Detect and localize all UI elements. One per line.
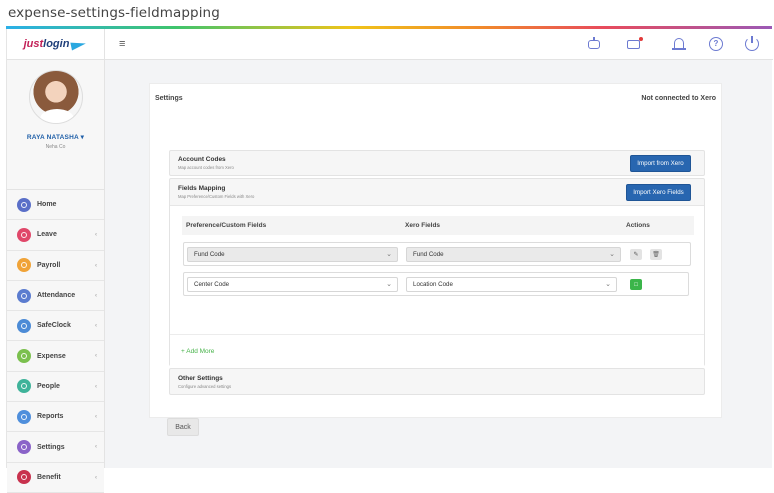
header-preference-fields: Preference/Custom Fields	[186, 222, 267, 229]
sidebar-nav: Home Leave ‹ Payroll ‹ Attendance ‹ SafeClock ‹ E…	[7, 190, 104, 493]
sidebar-item-settings[interactable]: Settings ‹	[7, 432, 104, 463]
page-label: expense-settings-fieldmapping	[8, 5, 220, 21]
preference-field-select[interactable]: Fund Code ⌄	[187, 247, 398, 262]
connection-status: Not connected to Xero	[641, 95, 716, 102]
sidebar-item-label: Home	[37, 201, 57, 209]
add-more-link[interactable]: + Add More	[181, 348, 214, 355]
delete-icon[interactable]: 🗑	[650, 249, 662, 260]
back-button[interactable]: Back	[167, 418, 199, 436]
logo-text-part2: login	[43, 38, 70, 50]
sidebar-item-leave[interactable]: Leave ‹	[7, 220, 104, 251]
sidebar-item-safeclock[interactable]: SafeClock ‹	[7, 311, 104, 342]
other-settings-subtitle: Configure advanced settings	[178, 384, 232, 389]
expense-icon	[17, 349, 31, 364]
home-icon	[17, 197, 31, 212]
sidebar-item-payroll[interactable]: Payroll ‹	[7, 250, 104, 281]
sidebar-item-label: Attendance	[37, 292, 76, 300]
sidebar-item-home[interactable]: Home	[7, 190, 104, 221]
sidebar-item-reports[interactable]: Reports ‹	[7, 402, 104, 433]
sidebar-item-benefit[interactable]: Benefit ‹	[7, 462, 104, 493]
safeclock-icon	[17, 318, 31, 333]
sidebar-item-label: Benefit	[37, 473, 61, 481]
import-from-xero-button[interactable]: Import from Xero	[630, 155, 691, 172]
account-codes-section: Account Codes Map account codes from Xer…	[169, 150, 705, 176]
chevron-down-icon: ⌄	[609, 251, 615, 258]
chevron-down-icon: ⌄	[386, 281, 392, 288]
avatar	[28, 70, 83, 124]
sidebar-item-attendance[interactable]: Attendance ‹	[7, 280, 104, 312]
paper-plane-icon	[70, 39, 88, 51]
bell-icon[interactable]	[672, 37, 686, 51]
fields-mapping-section: Fields Mapping Map Preference/Custom Fie…	[169, 178, 705, 367]
notification-dot	[639, 37, 643, 41]
mapping-row: Center Code ⌄ Location Code ⌄ □	[183, 272, 689, 296]
sidebar-item-expense[interactable]: Expense ‹	[7, 341, 104, 372]
sidebar-item-label: SafeClock	[37, 322, 71, 330]
chevron-left-icon: ‹	[95, 414, 97, 421]
xero-field-value: Fund Code	[413, 251, 444, 258]
app-window: justlogin RAYA NATASHA ▾ Neha Co Home Lea…	[6, 29, 773, 493]
mail-icon[interactable]	[627, 37, 643, 51]
settings-card: Settings Not connected to Xero Account C…	[149, 83, 722, 436]
robot-assistant-icon[interactable]	[587, 37, 601, 51]
sidebar-item-label: People	[37, 382, 60, 390]
sidebar-item-label: Expense	[37, 352, 66, 360]
chevron-left-icon: ‹	[95, 262, 97, 269]
fields-mapping-title: Fields Mapping	[178, 185, 226, 192]
xero-field-select[interactable]: Fund Code ⌄	[406, 247, 621, 262]
sidebar-item-people[interactable]: People ‹	[7, 371, 104, 403]
hamburger-menu-icon[interactable]: ≡	[119, 38, 125, 50]
chevron-down-icon: ⌄	[605, 281, 611, 288]
chevron-left-icon: ‹	[95, 292, 97, 299]
mapping-panel: Preference/Custom Fields Xero Fields Act…	[170, 205, 704, 367]
chevron-left-icon: ‹	[95, 353, 97, 360]
company-name: Neha Co	[45, 144, 66, 150]
benefit-icon	[17, 470, 31, 485]
edit-icon[interactable]: ✎	[630, 249, 642, 260]
settings-icon	[17, 440, 31, 455]
logo[interactable]: justlogin	[7, 29, 104, 60]
preference-field-value: Fund Code	[194, 251, 225, 258]
other-settings-title: Other Settings	[178, 375, 223, 382]
header-xero-fields: Xero Fields	[405, 222, 441, 229]
sidebar-item-label: Settings	[37, 443, 65, 451]
preference-field-select[interactable]: Center Code ⌄	[187, 277, 398, 292]
power-icon[interactable]	[745, 36, 759, 51]
attendance-icon	[17, 288, 31, 303]
sidebar: justlogin RAYA NATASHA ▾ Neha Co Home Lea…	[7, 29, 105, 493]
xero-field-select[interactable]: Location Code ⌄	[406, 277, 617, 292]
sidebar-item-label: Reports	[37, 413, 64, 421]
mapping-table-header: Preference/Custom Fields Xero Fields Act…	[182, 216, 694, 235]
account-codes-subtitle: Map account codes from Xero	[178, 165, 234, 170]
chevron-left-icon: ‹	[95, 444, 97, 451]
help-icon[interactable]: ?	[709, 37, 723, 51]
sidebar-item-label: Leave	[37, 231, 57, 239]
page-title: Settings	[155, 95, 183, 102]
logo-text: justlogin	[24, 38, 70, 50]
other-settings-section[interactable]: Other Settings Configure advanced settin…	[169, 368, 705, 395]
leave-icon	[17, 227, 31, 242]
user-profile: RAYA NATASHA ▾ Neha Co	[7, 60, 104, 190]
topbar: ≡ ?	[105, 29, 773, 60]
chevron-left-icon: ‹	[95, 232, 97, 239]
chevron-left-icon: ‹	[95, 383, 97, 390]
save-icon[interactable]: □	[630, 279, 642, 290]
chevron-left-icon: ‹	[95, 323, 97, 330]
preference-field-value: Center Code	[194, 281, 230, 288]
sidebar-item-label: Payroll	[37, 261, 61, 269]
payroll-icon	[17, 258, 31, 273]
logo-text-part1: just	[23, 38, 44, 50]
reports-icon	[17, 409, 31, 424]
chevron-down-icon: ⌄	[386, 251, 392, 258]
user-name-dropdown[interactable]: RAYA NATASHA ▾	[27, 133, 84, 141]
import-xero-fields-button[interactable]: Import Xero Fields	[626, 184, 691, 201]
divider	[170, 334, 704, 335]
people-icon	[17, 379, 31, 394]
xero-field-value: Location Code	[413, 281, 453, 288]
chevron-left-icon: ‹	[95, 474, 97, 481]
fields-mapping-subtitle: Map Preference/Custom Fields with Xero	[178, 194, 255, 199]
account-codes-title: Account Codes	[178, 156, 226, 163]
mapping-row: Fund Code ⌄ Fund Code ⌄ ✎ 🗑	[183, 242, 691, 266]
header-actions: Actions	[626, 222, 650, 229]
